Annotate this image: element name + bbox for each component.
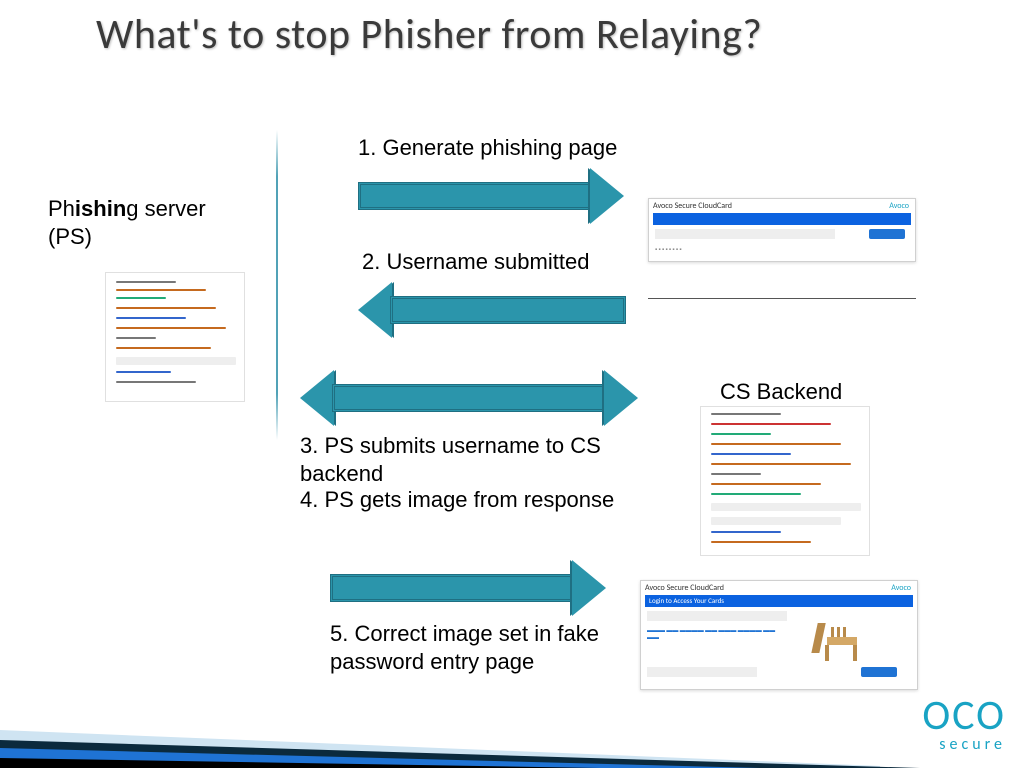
arrow-right-1 (358, 168, 628, 224)
chair-icon (811, 617, 871, 667)
arrow-left-2 (358, 282, 628, 338)
brand-bottom: Avoco (891, 583, 911, 593)
step-5-text: 5. Correct image set in fake password en… (330, 620, 620, 675)
vertical-divider (276, 130, 278, 440)
phishing-server-label: Phishing server (PS) (48, 195, 248, 250)
cloudcard-header-top: Avoco Secure CloudCard (653, 201, 732, 211)
ps-code-thumb (105, 272, 245, 402)
logo-main: OCO (922, 697, 1006, 735)
slide: What's to stop Phisher from Relaying? Ph… (0, 0, 1024, 768)
step-2-text: 2. Username submitted (362, 248, 589, 276)
cloudcard-bar-top (653, 213, 911, 225)
arrow-bidirectional (300, 370, 640, 426)
cs-code-thumb (700, 406, 870, 556)
ps-pre: Ph (48, 196, 75, 221)
cloudcard-thumb-top: Avoco Secure CloudCard Avoco ▪ ▪ ▪ ▪ ▪ ▪… (648, 198, 916, 262)
arrow-right-5 (330, 560, 610, 616)
ps-bold: ishin (75, 196, 126, 221)
cs-backend-label: CS Backend (720, 378, 842, 406)
avoco-logo: OCO secure (922, 697, 1006, 754)
slide-title: What's to stop Phisher from Relaying? (96, 12, 916, 58)
step-4-text: 4. PS gets image from response (300, 486, 660, 514)
cloudcard-thumb-bottom: Avoco Secure CloudCard Avoco Login to Ac… (640, 580, 918, 690)
cloudcard-bar-bottom: Login to Access Your Cards (645, 595, 913, 607)
brand-top: Avoco (889, 201, 909, 211)
divider-line (648, 298, 916, 299)
cloudcard-header-bottom: Avoco Secure CloudCard (645, 583, 724, 593)
accent-swoosh (0, 678, 1024, 768)
step-3-text: 3. PS submits username to CS backend (300, 432, 640, 487)
step-1-text: 1. Generate phishing page (358, 134, 617, 162)
